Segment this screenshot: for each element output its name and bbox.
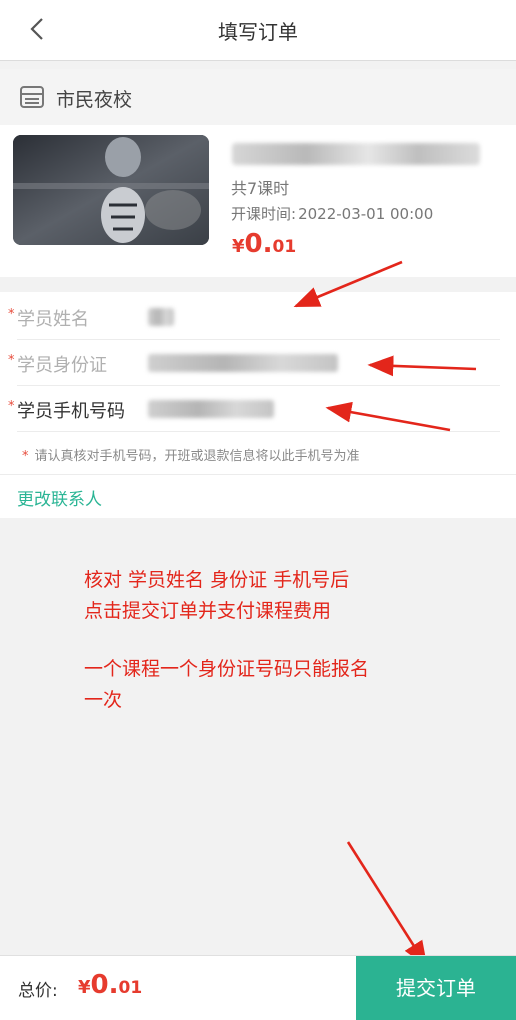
student-phone-value-blurred[interactable] <box>148 400 274 418</box>
course-lessons: 共7课时 <box>231 179 290 198</box>
submit-order-button[interactable]: 提交订单 <box>356 956 516 1020</box>
annotation-line: 一次 <box>84 689 123 711</box>
student-id-value-blurred[interactable] <box>148 354 338 372</box>
price-int: 0. <box>244 229 273 259</box>
field-label: 学员手机号码 <box>17 401 125 422</box>
course-price: ¥0.01 <box>232 229 296 259</box>
start-label: 开课时间: <box>231 205 297 223</box>
arrow-to-submit <box>346 841 428 968</box>
price-dec: 01 <box>272 237 297 257</box>
course-card[interactable]: 共7课时 开课时间: 2022-03-01 00:00 ¥0.01 <box>0 125 516 277</box>
start-value: 2022-03-01 00:00 <box>298 205 434 223</box>
price-symbol: ¥ <box>232 236 245 257</box>
course-title-blurred <box>232 143 480 165</box>
required-mark: * <box>8 307 15 322</box>
required-mark: * <box>22 449 29 464</box>
notice-text: 请认真核对手机号码，开班或退款信息将以此手机号为准 <box>34 449 360 464</box>
course-thumbnail <box>13 135 209 245</box>
total-label: 总价: <box>18 981 58 1001</box>
student-form: * 学员姓名 * 学员身份证 * 学员手机号码 * 请认真核对手机号码，开班或退款… <box>0 292 516 518</box>
change-contact-link[interactable]: 更改联系人 <box>17 485 102 510</box>
required-mark: * <box>8 353 15 368</box>
phone-notice: * 请认真核对手机号码，开班或退款信息将以此手机号为准 <box>22 445 360 464</box>
total-price: ¥0.01 <box>78 970 142 1000</box>
checkout-bar: 总价: ¥0.01 提交订单 <box>0 955 516 1020</box>
field-student-name[interactable]: * 学员姓名 <box>0 294 516 340</box>
annotation-line: 点击提交订单并支付课程费用 <box>84 600 332 622</box>
student-name-value-blurred[interactable] <box>148 308 174 326</box>
field-student-id[interactable]: * 学员身份证 <box>0 340 516 386</box>
annotation-line: 一个课程一个身份证号码只能报名 <box>84 658 370 680</box>
course-start-time: 开课时间: 2022-03-01 00:00 <box>231 203 433 224</box>
price-int: 0. <box>90 970 119 1000</box>
page-title: 填写订单 <box>218 20 298 44</box>
divider <box>0 474 516 475</box>
price-dec: 01 <box>118 978 143 998</box>
divider <box>17 431 500 432</box>
field-label: 学员姓名 <box>17 309 89 330</box>
price-symbol: ¥ <box>78 977 91 998</box>
required-mark: * <box>8 399 15 414</box>
store-icon <box>20 86 44 108</box>
shop-name: 市民夜校 <box>56 89 133 111</box>
nav-header: 填写订单 <box>0 0 516 61</box>
annotation-line: 核对 学员姓名 身份证 手机号后 <box>84 569 350 591</box>
shop-bar: 市民夜校 <box>0 69 516 125</box>
field-student-phone[interactable]: * 学员手机号码 <box>0 386 516 432</box>
field-label: 学员身份证 <box>17 355 107 376</box>
